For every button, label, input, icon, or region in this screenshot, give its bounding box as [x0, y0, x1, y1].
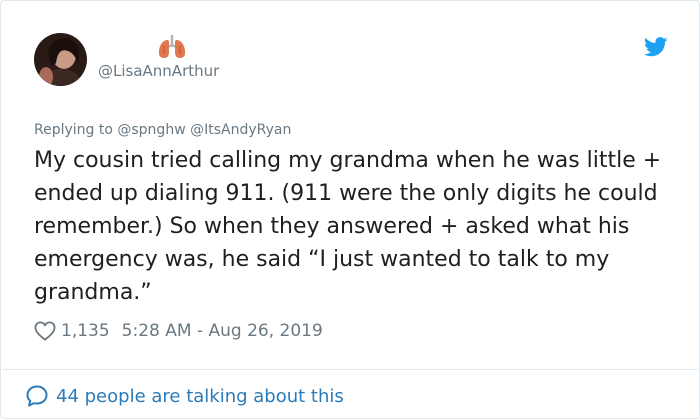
conversation-link[interactable]: 44 people are talking about this: [25, 383, 344, 409]
display-name-emoji[interactable]: [157, 34, 187, 60]
tweet-meta: 1,135 5:28 AM - Aug 26, 2019: [34, 319, 323, 343]
lungs-emoji: [158, 34, 186, 58]
timestamp[interactable]: 5:28 AM - Aug 26, 2019: [122, 321, 323, 341]
replying-to[interactable]: Replying to @spnghw @ItsAndyRyan: [34, 122, 291, 138]
avatar[interactable]: [34, 33, 87, 86]
twitter-bird-icon[interactable]: [643, 37, 668, 57]
speech-bubble-icon: [26, 385, 48, 407]
avatar-image: [34, 33, 87, 86]
divider: [2, 369, 698, 370]
heart-icon[interactable]: [34, 321, 56, 341]
like-count[interactable]: 1,135: [61, 321, 110, 341]
user-handle[interactable]: @LisaAnnArthur: [98, 62, 219, 80]
tweet-card: @LisaAnnArthur Replying to @spnghw @ItsA…: [0, 0, 700, 419]
conversation-label[interactable]: 44 people are talking about this: [56, 386, 344, 407]
tweet-text: My cousin tried calling my grandma when …: [34, 148, 662, 305]
